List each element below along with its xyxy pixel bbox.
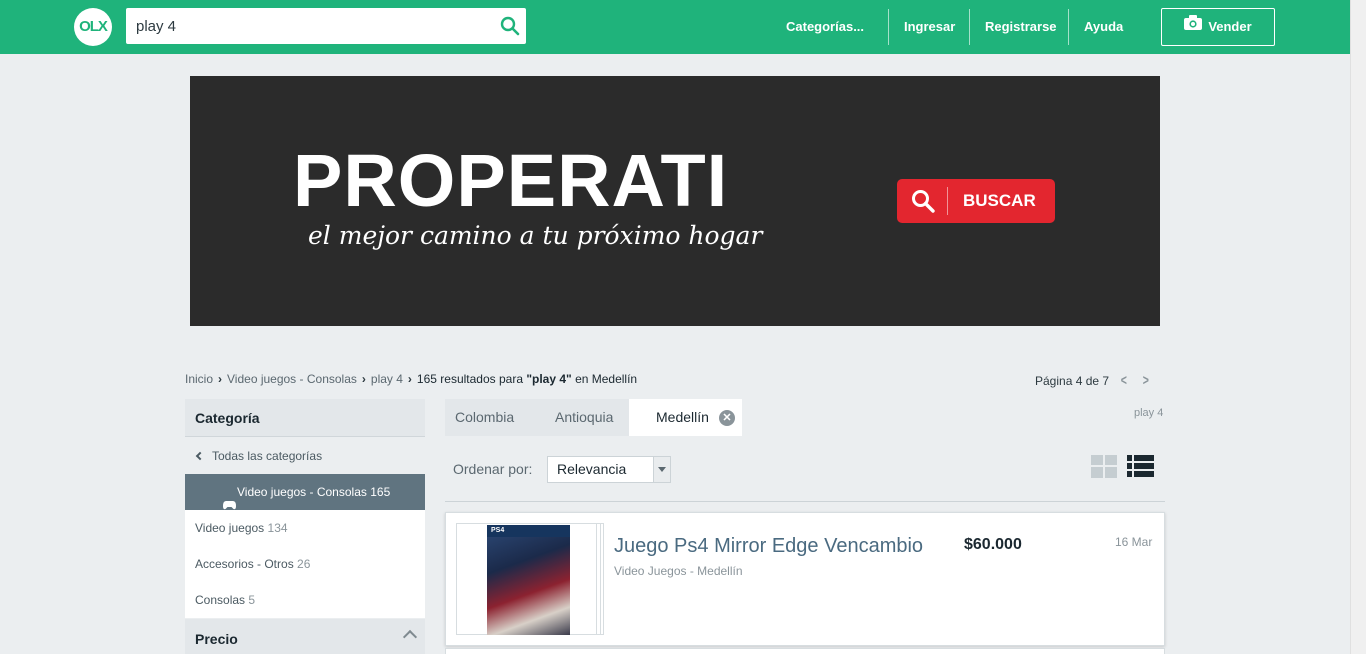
- divider: [445, 501, 1165, 502]
- next-page-icon[interactable]: >: [1143, 372, 1151, 389]
- price-heading: Precio: [195, 631, 238, 647]
- nav-categories[interactable]: Categorías...: [786, 0, 864, 54]
- banner-subtitle: el mejor camino a tu próximo hogar: [308, 221, 763, 250]
- search-icon: [911, 189, 935, 218]
- sort-select[interactable]: Relevancia: [547, 456, 671, 483]
- active-category-count: 165: [370, 485, 391, 499]
- listing-card[interactable]: PS4 Juego Ps4 Mirror Edge Vencambio Vide…: [445, 512, 1165, 646]
- pagination: Página 4 de 7 < >: [1035, 372, 1153, 389]
- results-query: "play 4": [526, 372, 572, 386]
- chevron-right-icon: ›: [218, 372, 223, 386]
- location-city-label: Medellín: [656, 409, 709, 425]
- button-divider: [947, 187, 948, 215]
- list-view-icon[interactable]: [1127, 455, 1154, 478]
- subcategory-count: 5: [248, 593, 256, 607]
- nav-divider: [888, 9, 889, 45]
- breadcrumb-query[interactable]: play 4: [371, 372, 403, 386]
- listing-card-next[interactable]: [445, 648, 1165, 654]
- nav-register[interactable]: Registrarse: [985, 0, 1057, 54]
- sort-label: Ordenar por:: [453, 461, 533, 477]
- banner-search-button[interactable]: BUSCAR: [897, 179, 1055, 223]
- chevron-up-icon[interactable]: [402, 629, 418, 645]
- listing-date: 16 Mar: [1115, 535, 1153, 549]
- price-filter-header[interactable]: Precio: [185, 619, 425, 654]
- search-icon[interactable]: [500, 16, 520, 36]
- search-box[interactable]: [126, 8, 526, 44]
- chevron-left-icon: [195, 451, 205, 461]
- listing-thumbnail[interactable]: PS4: [456, 523, 604, 637]
- active-category[interactable]: Video juegos - Consolas 165: [185, 474, 425, 516]
- nav-help[interactable]: Ayuda: [1084, 0, 1123, 54]
- all-categories-label: Todas las categorías: [212, 449, 323, 463]
- subcategory-label: Accesorios - Otros: [195, 557, 294, 571]
- listing-photo: PS4: [487, 525, 570, 635]
- remove-location-icon[interactable]: ✕: [719, 410, 735, 426]
- nav-login[interactable]: Ingresar: [904, 0, 955, 54]
- page-scrollbar[interactable]: [1350, 0, 1366, 654]
- category-heading: Categoría: [185, 399, 425, 437]
- subcategory-count: 26: [297, 557, 311, 571]
- sell-button-label: Vender: [1208, 19, 1252, 34]
- location-region[interactable]: Antioquia: [529, 399, 629, 436]
- subcategory-count: 134: [267, 521, 288, 535]
- results-prefix: 165 resultados para: [416, 372, 527, 386]
- olx-logo[interactable]: OLX: [74, 8, 112, 46]
- nav-divider: [1068, 9, 1069, 45]
- properati-ad-banner[interactable]: PROPERATI el mejor camino a tu próximo h…: [190, 76, 1160, 326]
- chevron-down-icon: [653, 457, 670, 482]
- active-category-label: Video juegos - Consolas: [237, 485, 367, 499]
- top-navbar: OLX Categorías... Ingresar Registrarse A…: [0, 0, 1350, 54]
- search-tag[interactable]: play 4: [1134, 407, 1163, 419]
- subcategory-accesorios[interactable]: Accesorios - Otros 26: [185, 546, 425, 582]
- banner-title: PROPERATI: [293, 139, 729, 222]
- page-indicator: Página 4 de 7: [1035, 374, 1110, 388]
- listing-subtitle: Video Juegos - Medellín: [614, 564, 743, 578]
- sell-button[interactable]: Vender: [1161, 8, 1275, 46]
- subcategory-label: Consolas: [195, 593, 246, 607]
- chevron-right-icon: ›: [361, 372, 366, 386]
- breadcrumb-home[interactable]: Inicio: [185, 372, 213, 386]
- breadcrumb-category[interactable]: Video juegos - Consolas: [227, 372, 357, 386]
- grid-view-icon[interactable]: [1091, 455, 1117, 478]
- prev-page-icon[interactable]: <: [1121, 372, 1129, 389]
- subcategory-consolas[interactable]: Consolas 5: [185, 582, 425, 618]
- listing-price: $60.000: [964, 536, 1022, 553]
- camera-icon: [1184, 8, 1203, 44]
- all-categories-link[interactable]: Todas las categorías: [185, 438, 425, 474]
- nav-divider: [969, 9, 970, 45]
- listing-title[interactable]: Juego Ps4 Mirror Edge Vencambio: [614, 535, 923, 558]
- thumbnail-frame: PS4: [456, 523, 597, 635]
- results-suffix: en Medellín: [571, 372, 638, 386]
- chevron-right-icon: ›: [407, 372, 412, 386]
- subcategory-video-juegos[interactable]: Video juegos 134: [185, 510, 425, 546]
- location-country[interactable]: Colombia: [445, 399, 529, 436]
- sort-selected-value: Relevancia: [557, 461, 627, 477]
- subcategory-label: Video juegos: [195, 521, 265, 535]
- subcategory-list: Video juegos 134 Accesorios - Otros 26 C…: [185, 510, 425, 618]
- breadcrumb: Inicio › Video juegos - Consolas › play 4 › 16…: [185, 372, 637, 386]
- ps4-label: PS4: [487, 525, 570, 537]
- search-input[interactable]: [126, 8, 486, 44]
- banner-button-label: BUSCAR: [963, 191, 1036, 210]
